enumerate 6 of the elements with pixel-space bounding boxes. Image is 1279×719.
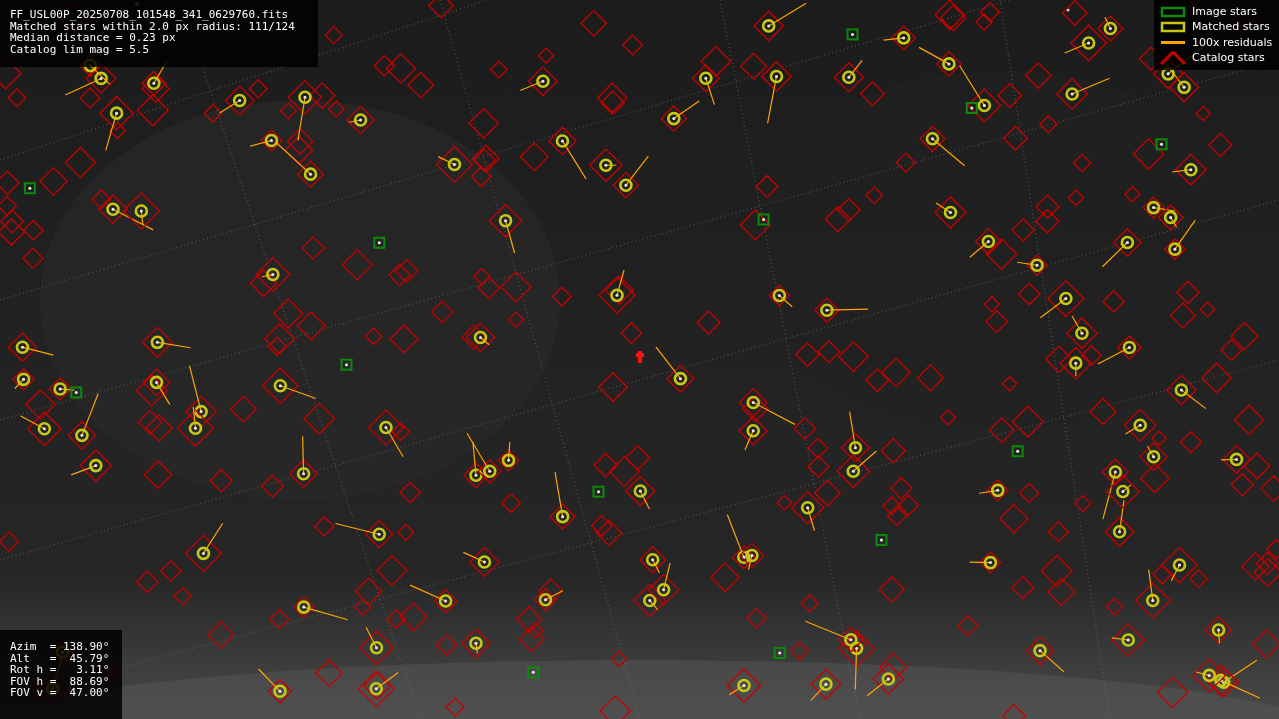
legend-label: Image stars (1192, 3, 1257, 20)
legend-label: Catalog stars (1192, 50, 1265, 66)
pointing-panel: Azim = 138.90° Alt = 45.79° Rot h = 3.11° FOV h = 88.69° FOV v = 47.00° (0, 630, 122, 719)
legend-label: 100x residuals (1192, 34, 1273, 51)
legend-label: Matched stars (1192, 19, 1270, 35)
info-panel: FF_USL00P_20250708_101548_341_0629760.fits Matched stars within 2.0 px radius: 111/124 Median distance = 0.23 px Catalog lim mag = 5.5 (0, 0, 318, 67)
